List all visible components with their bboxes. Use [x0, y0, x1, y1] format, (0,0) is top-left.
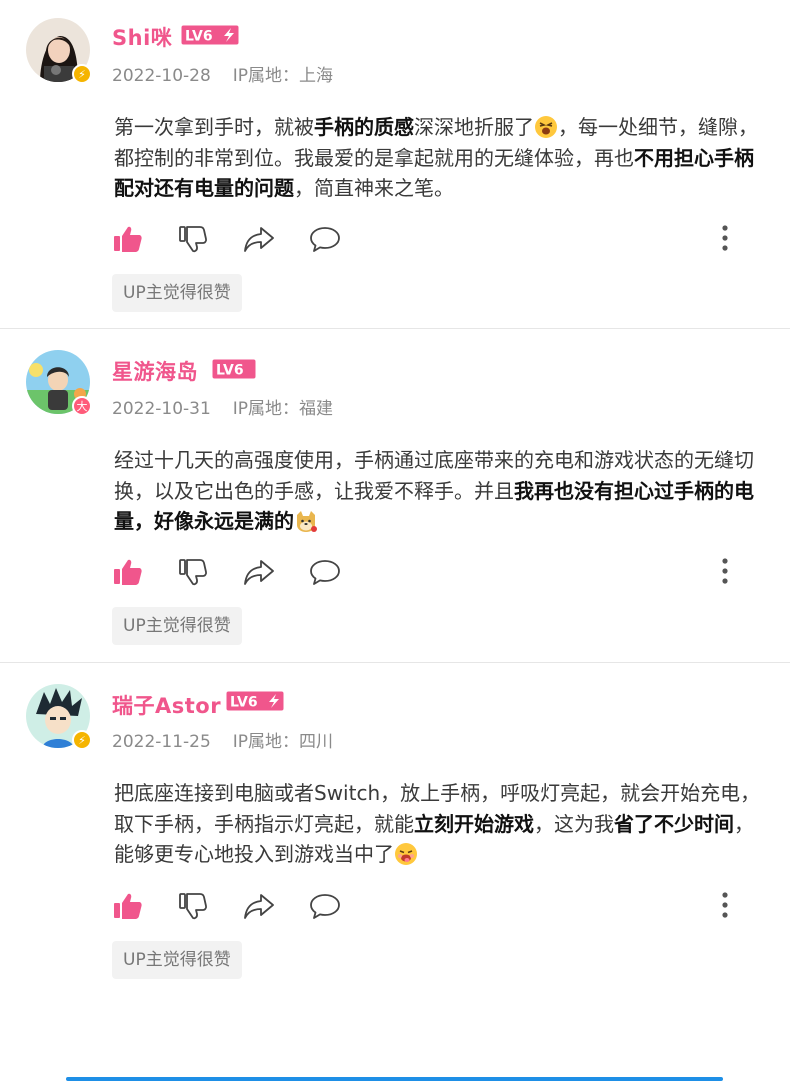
username[interactable]: Shi咪 — [112, 22, 172, 52]
thumbs-up-icon — [114, 559, 142, 585]
username[interactable]: 瑞子Astor — [112, 690, 221, 720]
comment-bubble-icon — [310, 560, 340, 585]
comment-item: 大 星游海岛 LV6 2022-10-31 IP属地：福建 经过十几天的高强度使用… — [0, 329, 790, 662]
comment-text: 第一次拿到手时，就被手柄的质感深深地折服了 ，每一处细节，缝隙，都控制的非常到位… — [114, 115, 758, 200]
share-button[interactable] — [243, 557, 275, 587]
scroll-indicator[interactable] — [66, 1077, 723, 1081]
like-button[interactable] — [112, 891, 144, 921]
doge-emoji-icon — [297, 511, 317, 532]
svg-text:LV6: LV6 — [216, 363, 244, 379]
avatar[interactable]: ⚡ — [26, 18, 92, 84]
up-liked-tag: UP主觉得很赞 — [112, 607, 242, 645]
dislike-button[interactable] — [177, 224, 209, 254]
comment-date: 2022-10-31 — [112, 399, 211, 419]
level-badge: LV6 — [226, 691, 284, 711]
ip-location: IP属地：四川 — [232, 732, 334, 752]
action-bar — [112, 224, 752, 254]
comment-item: ⚡ Shi咪 LV6 2022-10-28 IP属地：上海 第一次拿到手时，就被手… — [0, 0, 790, 328]
verified-bolt-badge-icon: ⚡ — [72, 64, 92, 84]
level-6-bolt-icon: LV6 — [181, 25, 239, 45]
like-button[interactable] — [112, 224, 144, 254]
more-options-button[interactable] — [722, 891, 734, 921]
level-6-icon: LV6 — [212, 359, 256, 379]
comment-date: 2022-11-25 — [112, 732, 211, 752]
reply-button[interactable] — [309, 557, 341, 587]
excited-emoji-icon — [535, 116, 557, 138]
dislike-button[interactable] — [177, 891, 209, 921]
comment-item: ⚡ 瑞子Astor LV6 2022-11-25 IP属地：四川 把底座连接到电脑… — [0, 663, 790, 1003]
share-icon — [244, 560, 274, 585]
up-liked-tag: UP主觉得很赞 — [112, 274, 242, 312]
share-button[interactable] — [243, 891, 275, 921]
vip-da-badge-icon: 大 — [72, 396, 92, 416]
verified-bolt-badge-icon: ⚡ — [72, 730, 92, 750]
svg-text:LV6: LV6 — [230, 695, 258, 711]
level-6-bolt-icon: LV6 — [226, 691, 284, 711]
more-vertical-icon — [722, 225, 728, 251]
action-bar — [112, 891, 752, 921]
share-icon — [244, 227, 274, 252]
thumbs-up-icon — [114, 893, 142, 919]
thumbs-down-icon — [179, 226, 207, 253]
avatar[interactable]: ⚡ — [26, 684, 92, 750]
thumbs-down-icon — [179, 559, 207, 586]
comment-text: 经过十几天的高强度使用，手柄通过底座带来的充电和游戏状态的无缝切换，以及它出色的… — [114, 448, 754, 533]
share-icon — [244, 894, 274, 919]
up-liked-tag: UP主觉得很赞 — [112, 941, 242, 979]
comment-text: 把底座连接到电脑或者Switch，放上手柄，呼吸灯亮起，就会开始充电，取下手柄，… — [114, 781, 761, 866]
level-badge: LV6 — [212, 359, 256, 379]
svg-text:LV6: LV6 — [185, 29, 213, 45]
thumbs-up-icon — [114, 226, 142, 252]
more-options-button[interactable] — [722, 557, 734, 587]
action-bar — [112, 557, 752, 587]
username[interactable]: 星游海岛 — [112, 356, 198, 386]
like-button[interactable] — [112, 557, 144, 587]
more-vertical-icon — [722, 558, 728, 584]
comment-bubble-icon — [310, 227, 340, 252]
dislike-button[interactable] — [177, 557, 209, 587]
more-options-button[interactable] — [722, 224, 734, 254]
comment-bubble-icon — [310, 894, 340, 919]
reply-button[interactable] — [309, 891, 341, 921]
ip-location: IP属地：上海 — [232, 66, 334, 86]
level-badge: LV6 — [181, 25, 239, 45]
avatar[interactable]: 大 — [26, 350, 92, 416]
share-button[interactable] — [243, 224, 275, 254]
reply-button[interactable] — [309, 224, 341, 254]
thumbs-down-icon — [179, 893, 207, 920]
ip-location: IP属地：福建 — [232, 399, 334, 419]
comment-date: 2022-10-28 — [112, 66, 211, 86]
more-vertical-icon — [722, 892, 728, 918]
drool-emoji-icon — [395, 843, 417, 865]
